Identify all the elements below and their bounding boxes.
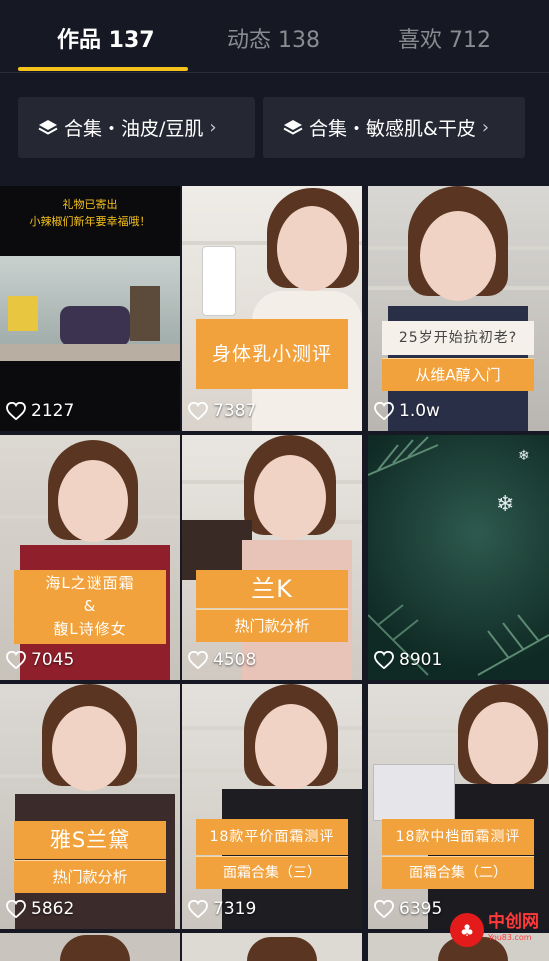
collection-oily-skin[interactable]: 合集・油皮/豆肌 › xyxy=(18,97,255,158)
video-thumbnail[interactable] xyxy=(182,933,362,961)
video-title-card: 雅S兰黛 xyxy=(14,821,166,859)
collection-label: 合集・油皮/豆肌 xyxy=(64,118,204,140)
heart-icon xyxy=(374,402,394,420)
banner-text: 礼物已寄出 xyxy=(62,198,118,211)
video-subtitle-card: 面霜合集（二） xyxy=(382,856,534,889)
tab-likes[interactable]: 喜欢 712 xyxy=(398,22,491,54)
like-count-value: 7045 xyxy=(31,650,75,670)
like-count: 5862 xyxy=(6,899,74,919)
tab-activity[interactable]: 动态 138 xyxy=(227,22,320,54)
video-thumbnail[interactable]: ❄ ❄ 8901 xyxy=(368,435,549,680)
like-count: 4508 xyxy=(188,650,256,670)
like-count-value: 7319 xyxy=(213,899,257,919)
layers-icon xyxy=(283,119,303,135)
video-thumbnail[interactable]: 18款平价面霜测评 面霜合集（三） 7319 xyxy=(182,684,362,929)
like-count-value: 5862 xyxy=(31,899,75,919)
chevron-right-icon: › xyxy=(481,117,490,138)
site-watermark: ♣ 中创网 You83.com xyxy=(450,913,539,947)
collection-sensitive-skin[interactable]: 合集・敏感肌&干皮 › xyxy=(263,97,525,158)
heart-icon xyxy=(188,900,208,918)
like-count: 6395 xyxy=(374,899,442,919)
heart-icon xyxy=(374,900,394,918)
video-thumbnail[interactable]: 兰K 热门款分析 4508 xyxy=(182,435,362,680)
heart-icon xyxy=(6,900,26,918)
like-count-value: 8901 xyxy=(399,650,443,670)
video-thumbnail[interactable]: 礼物已寄出 小辣椒们新年要幸福哦！ 2127 xyxy=(0,186,180,431)
active-tab-indicator xyxy=(18,67,188,71)
heart-icon xyxy=(188,402,208,420)
heart-icon xyxy=(6,402,26,420)
like-count: 7045 xyxy=(6,650,74,670)
video-thumbnail[interactable]: 18款中档面霜测评 面霜合集（二） 6395 xyxy=(368,684,549,929)
video-title-card: 兰K xyxy=(196,570,348,608)
tab-works[interactable]: 作品 137 xyxy=(57,22,155,54)
video-thumbnail[interactable]: 雅S兰黛 热门款分析 5862 xyxy=(0,684,180,929)
pine-branches-decoration: ❄ ❄ xyxy=(368,436,549,676)
like-count-value: 7387 xyxy=(213,401,257,421)
video-thumbnail[interactable]: 身体乳小测评 7387 xyxy=(182,186,362,431)
like-count-value: 4508 xyxy=(213,650,257,670)
video-title-card: 身体乳小测评 xyxy=(196,319,348,389)
video-thumbnail[interactable] xyxy=(0,933,180,961)
video-thumbnail[interactable]: 海L之谜面霜 & 馥L诗修女 7045 xyxy=(0,435,180,680)
watermark-name: 中创网 xyxy=(488,912,539,932)
svg-text:❄: ❄ xyxy=(496,492,514,517)
like-count-value: 6395 xyxy=(399,899,443,919)
like-count-value: 1.0w xyxy=(399,401,440,421)
video-subtitle-card: 面霜合集（三） xyxy=(196,856,348,889)
video-subtitle-card: 热门款分析 xyxy=(14,860,166,893)
like-count: 2127 xyxy=(6,401,74,421)
video-subtitle-card: 从维A醇入门 xyxy=(382,358,534,391)
video-thumbnail[interactable]: 25岁开始抗初老? 从维A醇入门 1.0w xyxy=(368,186,549,431)
banner-text: 小辣椒们新年要幸福哦！ xyxy=(29,215,151,228)
video-title-card: 18款中档面霜测评 xyxy=(382,819,534,855)
svg-text:❄: ❄ xyxy=(518,448,530,464)
like-count: 8901 xyxy=(374,650,442,670)
like-count-value: 2127 xyxy=(31,401,75,421)
collection-label: 合集・敏感肌&干皮 xyxy=(309,118,476,140)
layers-icon xyxy=(38,119,58,135)
video-subtitle-card: 热门款分析 xyxy=(196,609,348,642)
chevron-right-icon: › xyxy=(209,117,217,138)
profile-tabs: 作品 137 动态 138 喜欢 712 xyxy=(0,0,549,73)
video-title-card: 18款平价面霜测评 xyxy=(196,819,348,855)
video-title-card: 25岁开始抗初老? xyxy=(382,321,534,355)
heart-icon xyxy=(374,651,394,669)
like-count: 7387 xyxy=(188,401,256,421)
heart-icon xyxy=(6,651,26,669)
like-count: 7319 xyxy=(188,899,256,919)
video-title-card: 海L之谜面霜 & 馥L诗修女 xyxy=(14,570,166,644)
watermark-sub: You83.com xyxy=(488,933,532,942)
like-count: 1.0w xyxy=(374,401,440,421)
watermark-logo-icon: ♣ xyxy=(450,913,484,947)
heart-icon xyxy=(188,651,208,669)
